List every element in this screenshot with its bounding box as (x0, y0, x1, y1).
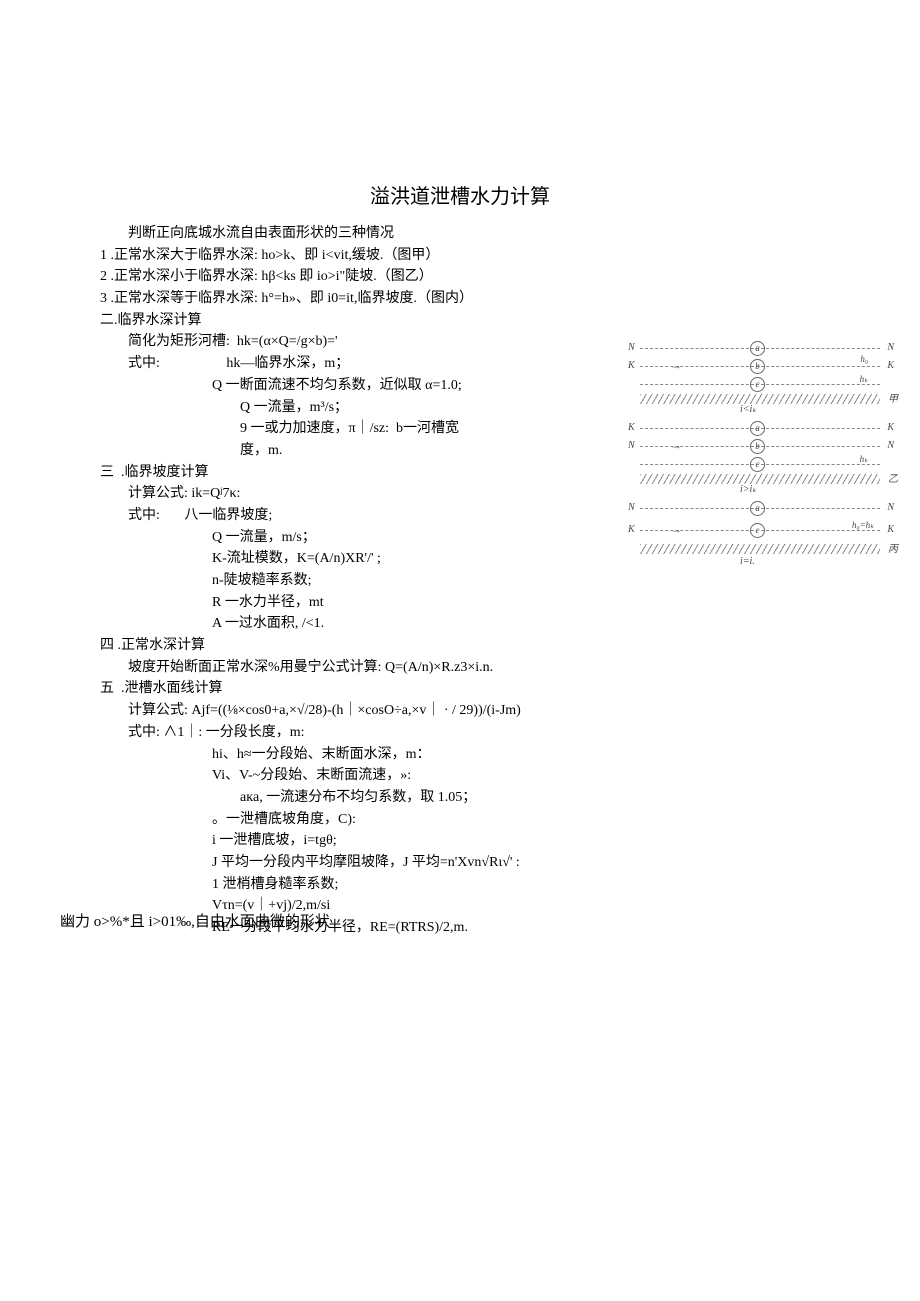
diagram-row-label: 乙 (888, 470, 898, 485)
body-line: 计算公式: Ajf=((⅛×cos0+a,×√/28)-(h｜×cosO÷a,×… (100, 700, 820, 722)
diagram-condition: i>iₖ (740, 484, 757, 495)
page-title: 溢洪道泄槽水力计算 (100, 180, 820, 209)
zone-c-icon: c (750, 377, 765, 392)
diagram-label: N (628, 502, 635, 513)
diagram-row: K a K N → b N c hₖ 乙 i>iₖ (640, 420, 880, 496)
diagram-condition: i<iₖ (740, 404, 757, 415)
diagram-label: N (628, 440, 635, 451)
diagram-label: N (887, 342, 894, 353)
zone-b-icon: b (750, 359, 765, 374)
body-line: J 平均一分段内平均摩阻坡降，J 平均=n'Xvn√Rι√' : (100, 852, 820, 874)
diagram-label: N (628, 342, 635, 353)
diagram-label: N (887, 502, 894, 513)
diagram-label: K (628, 422, 635, 433)
section-heading: 四 .正常水深计算 (100, 635, 820, 657)
section-heading: 五 .泄槽水面线计算 (100, 678, 820, 700)
zone-a-icon: a (750, 501, 765, 516)
arrow-icon: → (670, 358, 682, 373)
body-line: hi、h≈一分段始、末断面水深，m： (100, 744, 820, 766)
body-line: aкa, 一流速分布不均匀系数，取 1.05； (100, 787, 820, 809)
diagram-label: K (628, 524, 635, 535)
body-line: 2 .正常水深小于临界水深: hβ<ks 即 io>i"陡坡.（图乙） (100, 266, 820, 288)
section-heading: 二.临界水深计算 (100, 310, 820, 332)
diagram-label: hₖ (860, 374, 868, 385)
body-line: R 一水力半径，mt (100, 592, 820, 614)
zone-a-icon: a (750, 421, 765, 436)
body-line: 1 .正常水深大于临界水深: ho>k、即 i<vit,缓坡.（图甲） (100, 245, 820, 267)
diagram-row-label: 丙 (888, 540, 898, 555)
diagram-label: h₀=hₖ (852, 520, 874, 531)
body-line: Vi、V-~分段始、末断面流速，»: (100, 765, 820, 787)
diagram-label: hₖ (860, 454, 868, 465)
diagram-figure: N a N K → b h₀ K c hₖ 甲 i<iₖ K a K N → b (640, 340, 880, 580)
diagram-label: K (887, 360, 894, 371)
diagram-row: N a N K → b h₀ K c hₖ 甲 i<iₖ (640, 340, 880, 416)
footer-line: 幽力 o>%*且 i>01‰,自由水面曲微的形状 (60, 910, 330, 931)
diagram-label: h₀ (860, 354, 868, 364)
arrow-icon: → (670, 438, 682, 453)
arrow-icon: → (670, 522, 682, 537)
body-line: 1 泄梢槽身糙率系数; (100, 874, 820, 896)
diagram-row-label: 甲 (888, 390, 898, 405)
diagram-label: K (887, 524, 894, 535)
body-line: 判断正向底城水流自由表面形状的三种情况 (100, 223, 820, 245)
diagram-label: K (628, 360, 635, 371)
diagram-condition: i=i. (740, 556, 755, 567)
body-line: 式中: ∧1｜: 一分段长度，m: (100, 722, 820, 744)
body-line: 坡度开始断面正常水深%用曼宁公式计算: Q=(A/n)×R.z3×i.n. (100, 657, 820, 679)
body-line: i 一泄槽底坡，i=tgθ; (100, 830, 820, 852)
body-line: 3 .正常水深等于临界水深: h°=h»、即 i0=it,临界坡度.（图内） (100, 288, 820, 310)
zone-a-icon: a (750, 341, 765, 356)
diagram-label: N (887, 440, 894, 451)
body-line: A 一过水面积, /<1. (100, 613, 820, 635)
zone-c-icon: c (750, 457, 765, 472)
diagram-label: K (887, 422, 894, 433)
zone-c-icon: c (750, 523, 765, 538)
diagram-row: N a N K → c h₀=hₖ K 丙 i=i. (640, 500, 880, 576)
body-line: 。一泄槽底坡角度，C): (100, 809, 820, 831)
zone-b-icon: b (750, 439, 765, 454)
